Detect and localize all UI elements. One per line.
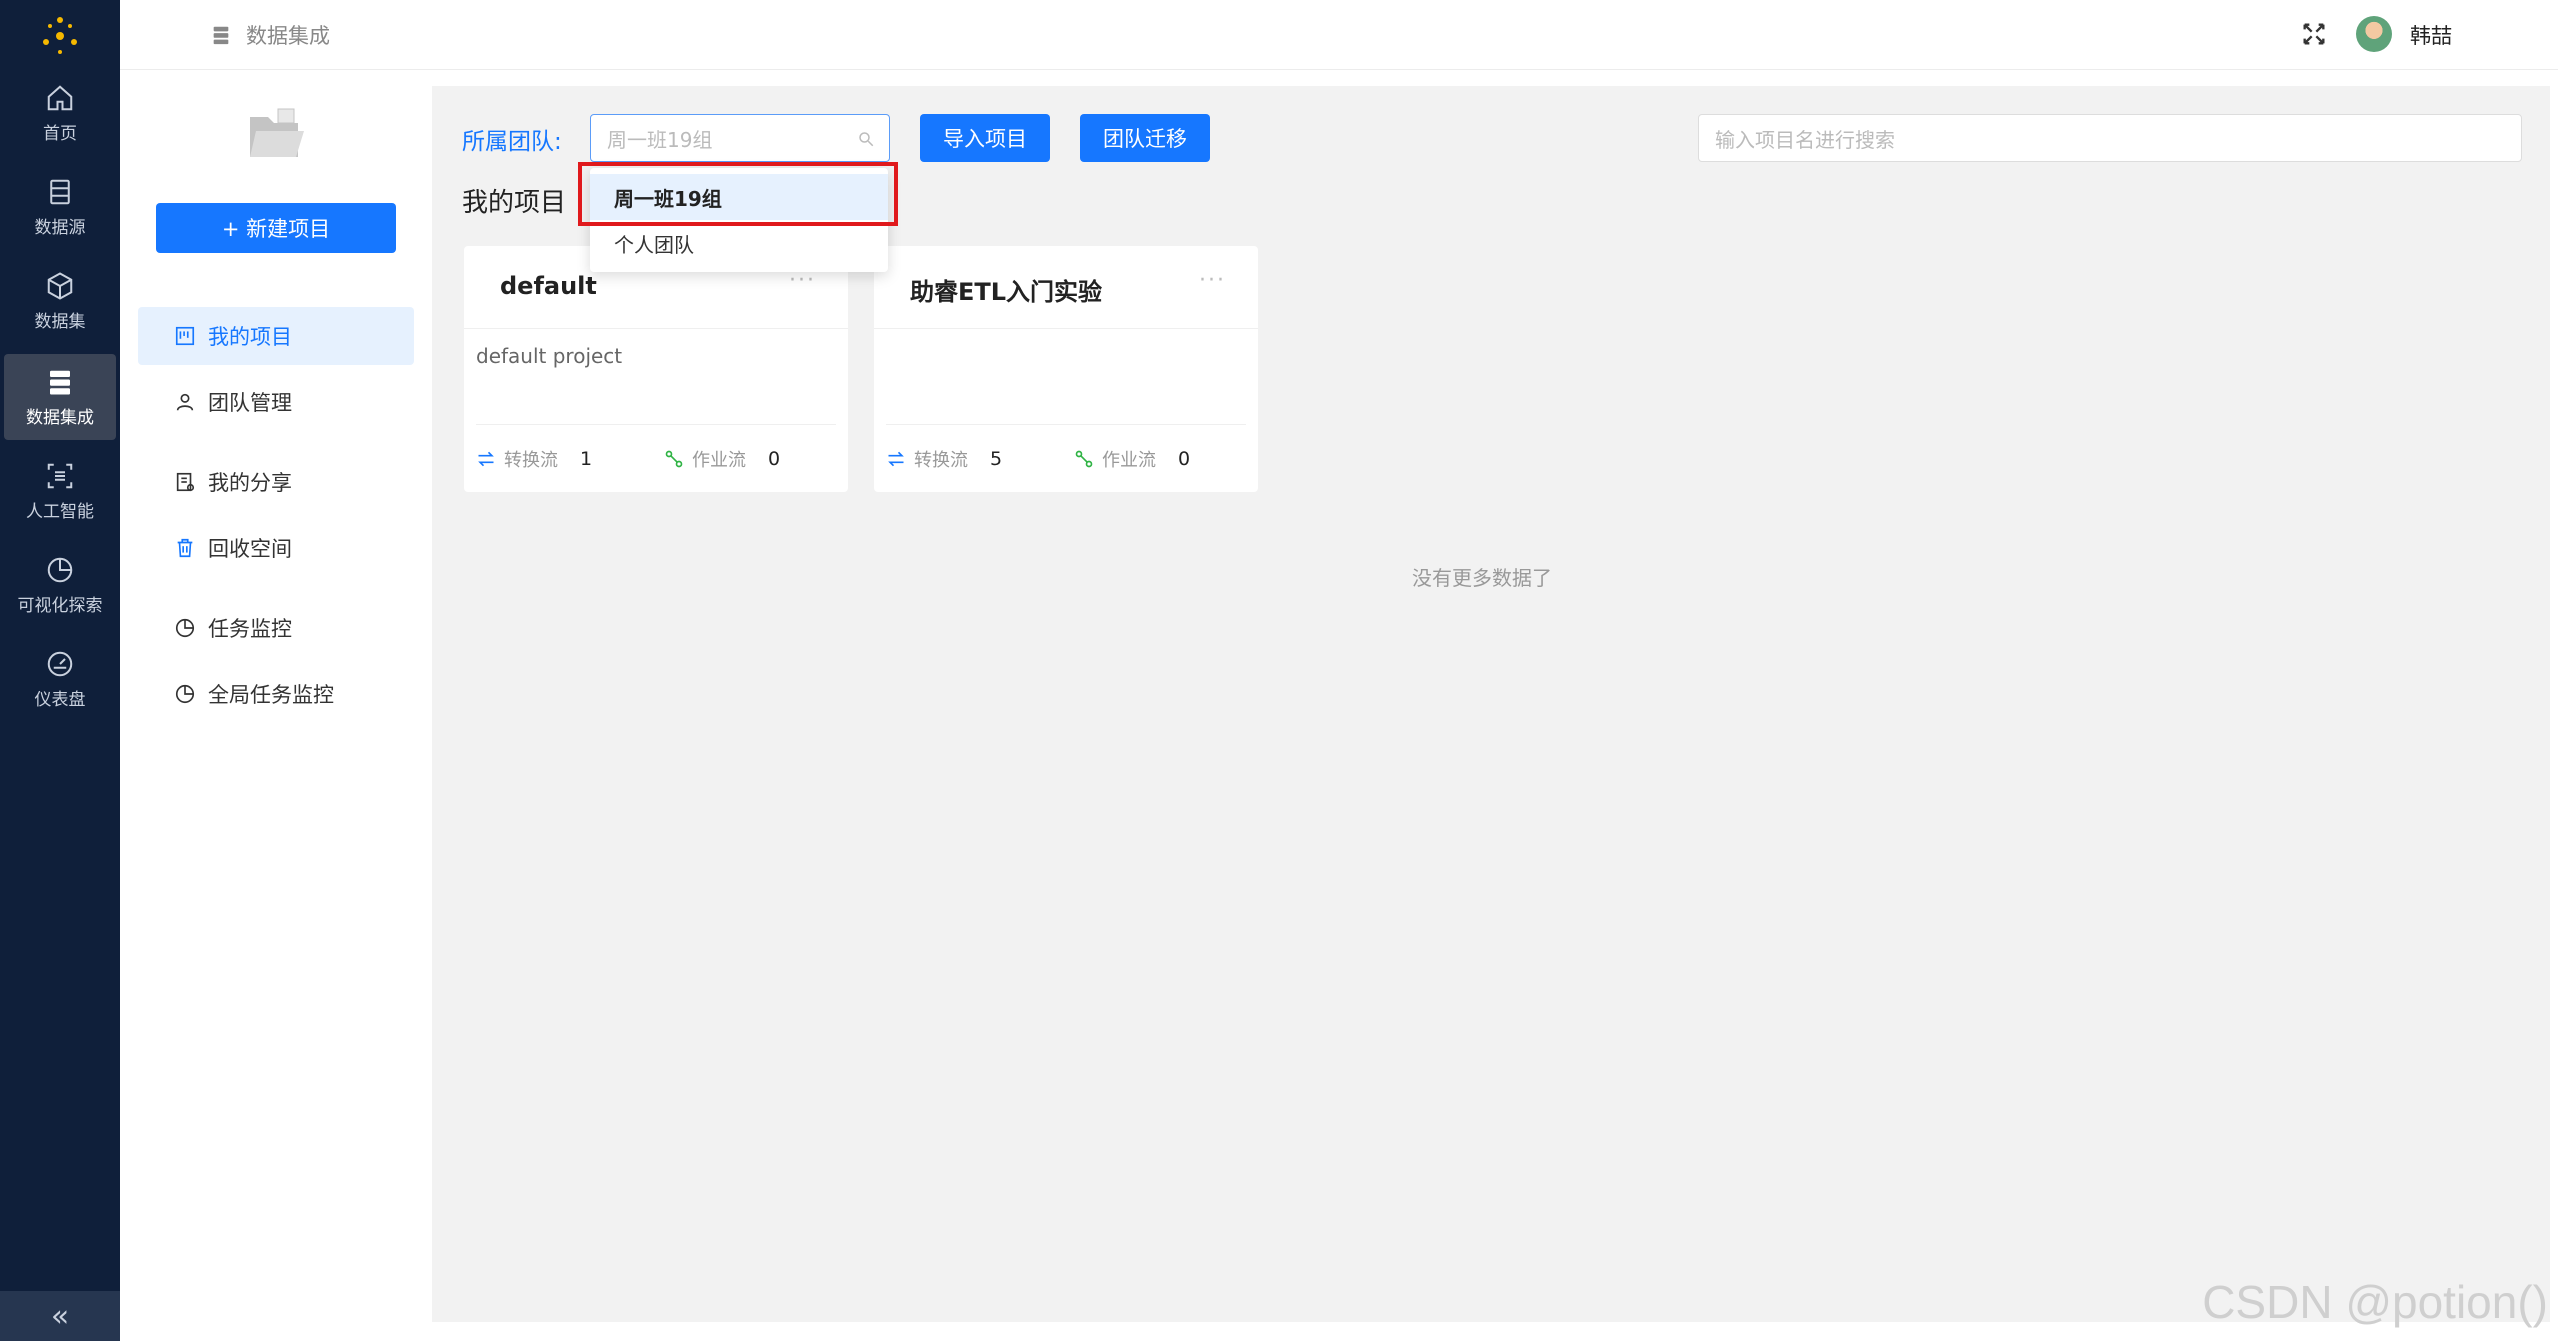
project-search-input[interactable]: 输入项目名进行搜索 [1698,114,2522,162]
job-count: 0 [768,448,781,470]
transform-icon [478,451,494,467]
rail-item-visual-explore[interactable]: 可视化探索 [4,542,116,628]
divider [874,328,1258,329]
team-label: 所属团队: [462,129,562,155]
divider [476,424,836,425]
new-project-button[interactable]: + 新建项目 [156,203,396,253]
side-item-label: 全局任务监控 [208,683,334,707]
search-icon [859,132,874,147]
team-select-value: 周一班19组 [607,127,713,152]
transform-icon [888,451,904,467]
transform-count: 1 [580,448,593,470]
project-card[interactable]: 助睿ETL入门实验 ··· 转换流 5 作业流 0 [874,246,1258,492]
rail-item-label: 数据集 [34,311,86,332]
rail-item-data-integration[interactable]: 数据集成 [4,354,116,440]
rail-item-label: 人工智能 [26,501,94,522]
monitor-icon [175,618,195,638]
import-project-button[interactable]: 导入项目 [920,114,1050,162]
rail-item-ai[interactable]: 人工智能 [4,448,116,534]
team-migrate-button[interactable]: 团队迁移 [1080,114,1210,162]
cube-icon [47,271,73,300]
breadcrumb-label: 数据集成 [246,24,330,48]
watermark: CSDN @potion() [2202,1276,2548,1328]
side-item-label: 我的分享 [208,471,292,495]
side-item-team-manage[interactable]: 团队管理 [138,373,414,431]
dashboard-icon [47,651,73,676]
server-icon [50,370,70,394]
transform-label: 转换流 [504,450,558,471]
project-card[interactable]: default ··· default project 转换流 1 作业流 0 [464,246,848,492]
scan-icon [47,463,73,488]
rail-item-label: 首页 [43,123,77,144]
share-icon [176,472,195,492]
username[interactable]: 韩喆 [2410,20,2452,50]
rail-item-label: 仪表盘 [34,689,86,710]
breadcrumb: 数据集成 [210,18,330,52]
side-item-my-share[interactable]: 我的分享 [138,453,414,511]
trash-icon [177,538,193,558]
side-item-label: 团队管理 [208,391,292,415]
database-icon [50,179,70,204]
side-item-label: 任务监控 [208,617,292,641]
job-flow-icon [665,450,683,468]
job-count: 0 [1178,448,1191,470]
project-icon [175,326,195,346]
job-stat: 作业流 0 [664,446,780,472]
sub-sidebar: + 新建项目 我的项目 团队管理 我的分享 回收空间 任务监控 全局任务监控 [120,71,432,1341]
rail-item-label: 数据集成 [26,407,94,428]
transform-count: 5 [990,448,1003,470]
rail-item-home[interactable]: 首页 [4,70,116,156]
project-card-description: default project [476,344,623,368]
rail-item-datasource[interactable]: 数据源 [4,164,116,250]
rail-item-label: 可视化探索 [17,595,103,616]
dropdown-option-personal[interactable]: 个人团队 [590,220,888,266]
side-item-global-task-monitor[interactable]: 全局任务监控 [138,665,414,723]
monitor-icon [175,684,195,704]
job-flow-icon [1075,450,1093,468]
no-more-data-text: 没有更多数据了 [1412,566,1552,590]
user-icon [176,393,194,411]
side-item-task-monitor[interactable]: 任务监控 [138,599,414,657]
fullscreen-icon[interactable] [2300,20,2328,48]
transform-label: 转换流 [914,450,968,471]
rail-item-label: 数据源 [34,217,86,238]
folder-open-icon [250,108,304,157]
top-header: 数据集成 韩喆 [120,0,2558,70]
transform-stat: 转换流 5 [886,446,1002,472]
pie-chart-icon [47,557,73,582]
side-item-recycle[interactable]: 回收空间 [138,519,414,577]
search-placeholder: 输入项目名进行搜索 [1715,127,1895,152]
server-icon [213,26,229,45]
app-logo-icon[interactable] [36,12,84,60]
team-select[interactable]: 周一班19组 [590,114,890,162]
divider [886,424,1246,425]
more-icon[interactable]: ··· [1199,268,1226,293]
home-icon [47,84,73,110]
divider [464,328,848,329]
project-card-title: 助睿ETL入门实验 [910,278,1103,306]
rail-item-dashboard[interactable]: 仪表盘 [4,636,116,722]
highlight-box [578,162,898,226]
section-title: 我的项目 [462,188,567,218]
left-rail: 首页 数据源 数据集 数据集成 人工智能 可视化探索 仪表盘 « [0,0,120,1341]
double-chevron-left-icon: « [50,1298,70,1334]
job-label: 作业流 [692,450,746,471]
side-item-label: 回收空间 [208,537,292,561]
main-panel: 所属团队: 周一班19组 导入项目 团队迁移 输入项目名进行搜索 我的项目 周一… [432,86,2550,1322]
side-item-label: 我的项目 [208,325,292,349]
transform-stat: 转换流 1 [476,446,592,472]
project-card-title: default [500,272,597,300]
rail-item-dataset[interactable]: 数据集 [4,258,116,344]
avatar[interactable] [2356,16,2392,52]
job-stat: 作业流 0 [1074,446,1190,472]
side-item-my-projects[interactable]: 我的项目 [138,307,414,365]
collapse-rail-button[interactable]: « [0,1291,120,1341]
job-label: 作业流 [1102,450,1156,471]
